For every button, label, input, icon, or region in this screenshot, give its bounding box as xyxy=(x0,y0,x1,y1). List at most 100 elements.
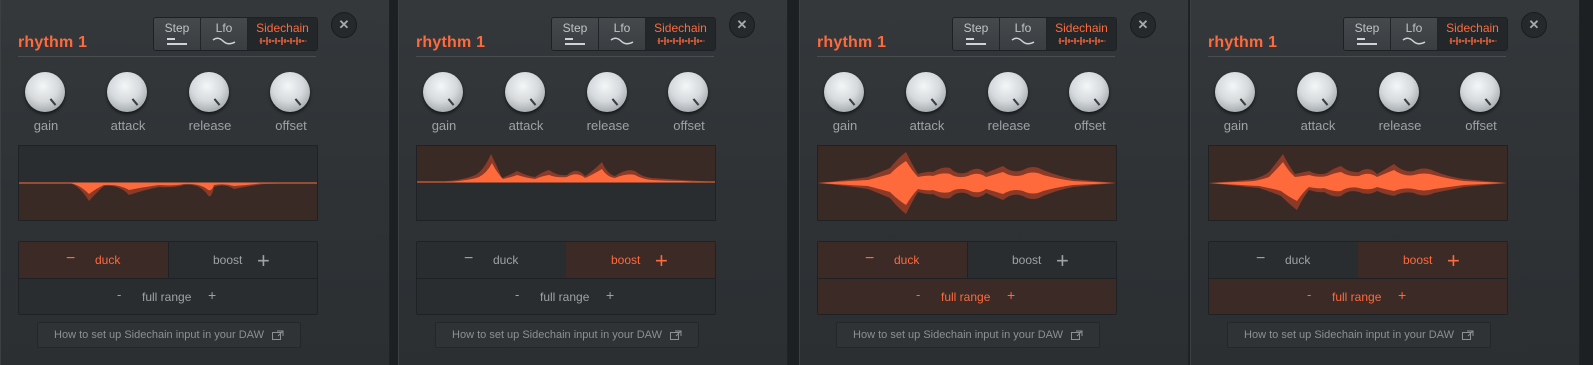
knob-label: release xyxy=(586,118,630,133)
sidechain-help-link[interactable]: How to set up Sidechain input in your DA… xyxy=(37,322,301,348)
tab-sidechain[interactable]: Sidechain xyxy=(248,18,317,50)
mode-row-direction: − duck boost + xyxy=(417,242,715,279)
duck-label: duck xyxy=(95,253,121,267)
gain-knob[interactable] xyxy=(25,72,65,112)
close-button[interactable]: ✕ xyxy=(1521,12,1547,38)
minus-icon: − xyxy=(865,250,875,267)
duck-button[interactable]: − duck xyxy=(19,242,169,278)
release-knob[interactable] xyxy=(587,72,627,112)
knob-attack: attack xyxy=(892,72,962,134)
lfo-wave-icon xyxy=(1402,37,1426,45)
sidechain-panel: rhythm 1 Step Lfo Sidechain ✕ gain attac… xyxy=(0,0,390,365)
sidechain-waveform-icon xyxy=(656,37,705,45)
attack-knob[interactable] xyxy=(906,72,946,112)
help-text: How to set up Sidechain input in your DA… xyxy=(452,329,662,341)
minus-icon: - xyxy=(515,287,520,302)
boost-button[interactable]: boost + xyxy=(168,242,317,278)
release-knob[interactable] xyxy=(1379,72,1419,112)
full-range-label: full range xyxy=(941,290,991,304)
sidechain-panel: rhythm 1 Step Lfo Sidechain ✕ gain attac… xyxy=(799,0,1189,365)
external-link-icon xyxy=(1070,330,1083,340)
sidechain-help-link[interactable]: How to set up Sidechain input in your DA… xyxy=(1227,322,1491,348)
close-button[interactable]: ✕ xyxy=(331,12,357,38)
sidechain-panel: rhythm 1 Step Lfo Sidechain ✕ gain attac… xyxy=(1190,0,1580,365)
sidechain-waveform-icon xyxy=(1057,37,1106,45)
boost-button[interactable]: boost + xyxy=(967,242,1116,278)
mode-tabs: Step Lfo Sidechain xyxy=(153,17,318,51)
boost-label: boost xyxy=(1012,253,1042,267)
knob-offset: offset xyxy=(654,72,724,134)
mode-row-range: - full range + xyxy=(818,279,1116,314)
gain-knob[interactable] xyxy=(1215,72,1255,112)
title-divider xyxy=(18,56,316,57)
minus-icon: − xyxy=(464,250,474,267)
knob-label: attack xyxy=(1300,118,1336,133)
tab-step-label: Step xyxy=(963,21,989,35)
lfo-wave-icon xyxy=(212,37,236,45)
tab-sidechain[interactable]: Sidechain xyxy=(1047,18,1116,50)
full-range-button[interactable]: - full range + xyxy=(1209,279,1507,314)
duck-button[interactable]: − duck xyxy=(417,242,567,278)
mode-selector: − duck boost + - full range + xyxy=(416,241,716,315)
lfo-wave-icon xyxy=(610,37,634,45)
gain-knob[interactable] xyxy=(423,72,463,112)
tab-step-label: Step xyxy=(1354,21,1380,35)
help-text: How to set up Sidechain input in your DA… xyxy=(54,329,264,341)
knob-label: release xyxy=(1378,118,1422,133)
duck-label: duck xyxy=(894,253,920,267)
tab-lfo[interactable]: Lfo xyxy=(1391,18,1438,50)
offset-knob[interactable] xyxy=(668,72,708,112)
tab-step[interactable]: Step xyxy=(1344,18,1391,50)
full-range-button[interactable]: - full range + xyxy=(417,279,715,314)
tab-lfo[interactable]: Lfo xyxy=(599,18,646,50)
offset-knob[interactable] xyxy=(1069,72,1109,112)
tab-lfo[interactable]: Lfo xyxy=(201,18,248,50)
tab-lfo[interactable]: Lfo xyxy=(1000,18,1047,50)
attack-knob[interactable] xyxy=(1297,72,1337,112)
knob-offset: offset xyxy=(256,72,326,134)
release-knob[interactable] xyxy=(988,72,1028,112)
external-link-icon xyxy=(271,330,284,340)
close-button[interactable]: ✕ xyxy=(729,12,755,38)
attack-knob[interactable] xyxy=(107,72,147,112)
tab-step[interactable]: Step xyxy=(552,18,599,50)
close-icon: ✕ xyxy=(338,17,350,32)
tab-sidechain-label: Sidechain xyxy=(1446,21,1499,35)
sidechain-waveform-display xyxy=(817,145,1117,221)
plugin-strip: rhythm 1 Step Lfo Sidechain ✕ gain attac… xyxy=(0,0,1593,365)
sidechain-help-link[interactable]: How to set up Sidechain input in your DA… xyxy=(836,322,1100,348)
step-icon xyxy=(167,38,187,45)
boost-label: boost xyxy=(213,253,243,267)
tab-step[interactable]: Step xyxy=(953,18,1000,50)
full-range-button[interactable]: - full range + xyxy=(818,279,1116,314)
knob-release: release xyxy=(1365,72,1435,134)
minus-icon: - xyxy=(916,287,921,302)
tab-sidechain-label: Sidechain xyxy=(256,21,309,35)
tab-step[interactable]: Step xyxy=(154,18,201,50)
duck-button[interactable]: − duck xyxy=(818,242,968,278)
boost-button[interactable]: boost + xyxy=(1358,242,1507,278)
plus-icon: + xyxy=(606,287,615,303)
boost-label: boost xyxy=(611,253,641,267)
external-link-icon xyxy=(669,330,682,340)
attack-knob[interactable] xyxy=(505,72,545,112)
tab-sidechain[interactable]: Sidechain xyxy=(1438,18,1507,50)
tab-step-label: Step xyxy=(164,21,190,35)
offset-knob[interactable] xyxy=(1460,72,1500,112)
help-text: How to set up Sidechain input in your DA… xyxy=(853,329,1063,341)
plus-icon: + xyxy=(655,248,668,273)
gain-knob[interactable] xyxy=(824,72,864,112)
release-knob[interactable] xyxy=(189,72,229,112)
external-link-icon xyxy=(1461,330,1474,340)
tab-sidechain[interactable]: Sidechain xyxy=(646,18,715,50)
mode-row-range: - full range + xyxy=(417,279,715,314)
boost-button[interactable]: boost + xyxy=(566,242,715,278)
offset-knob[interactable] xyxy=(270,72,310,112)
knob-release: release xyxy=(974,72,1044,134)
minus-icon: − xyxy=(66,250,76,267)
sidechain-help-link[interactable]: How to set up Sidechain input in your DA… xyxy=(435,322,699,348)
full-range-button[interactable]: - full range + xyxy=(19,279,317,314)
duck-button[interactable]: − duck xyxy=(1209,242,1359,278)
close-button[interactable]: ✕ xyxy=(1130,12,1156,38)
knob-label: gain xyxy=(832,118,858,133)
